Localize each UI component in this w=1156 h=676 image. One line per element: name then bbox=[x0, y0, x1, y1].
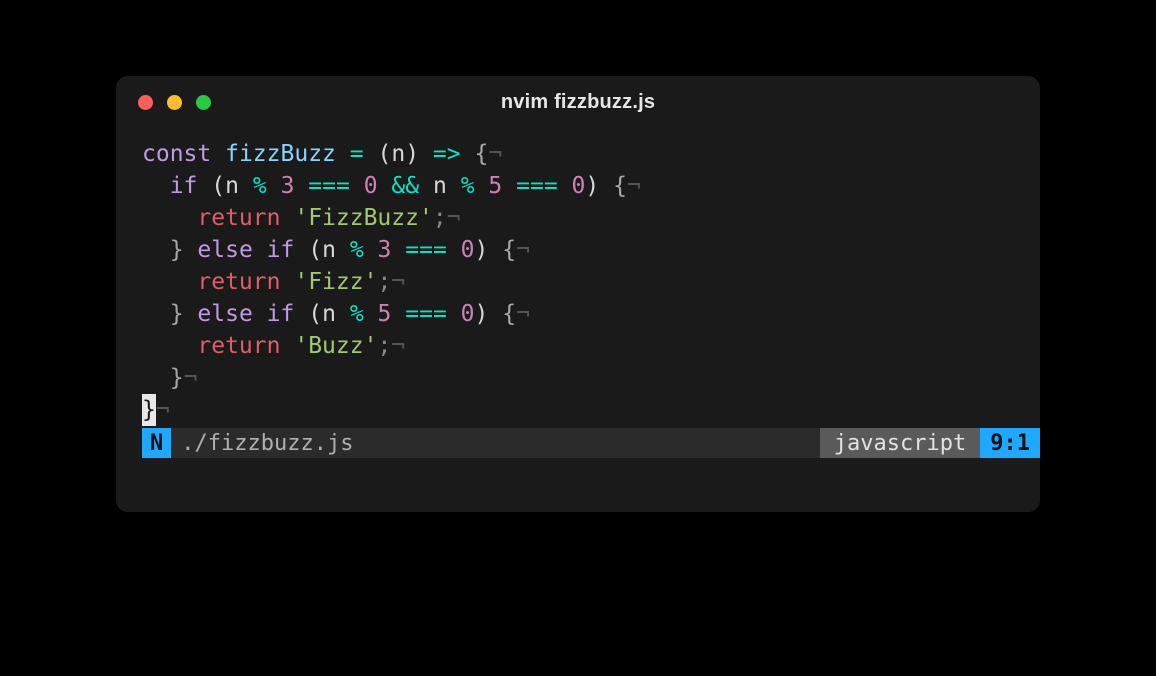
editor-pane[interactable]: const fizzBuzz = (n) => {¬ if (n % 3 ===… bbox=[116, 128, 1040, 512]
status-lang: javascript bbox=[820, 428, 980, 458]
minimize-icon[interactable] bbox=[167, 95, 182, 110]
code-content[interactable]: const fizzBuzz = (n) => {¬ if (n % 3 ===… bbox=[142, 138, 1040, 426]
maximize-icon[interactable] bbox=[196, 95, 211, 110]
terminal-window: nvim fizzbuzz.js const fizzBuzz = (n) =>… bbox=[116, 76, 1040, 512]
status-file: ./fizzbuzz.js bbox=[171, 428, 820, 458]
padding bbox=[142, 458, 1040, 512]
status-bar: N ./fizzbuzz.js javascript 9:1 bbox=[142, 428, 1040, 458]
titlebar: nvim fizzbuzz.js bbox=[116, 76, 1040, 128]
status-mode: N bbox=[142, 428, 171, 458]
status-pos: 9:1 bbox=[980, 428, 1040, 458]
close-icon[interactable] bbox=[138, 95, 153, 110]
window-title: nvim fizzbuzz.js bbox=[116, 91, 1040, 114]
traffic-lights bbox=[138, 95, 211, 110]
